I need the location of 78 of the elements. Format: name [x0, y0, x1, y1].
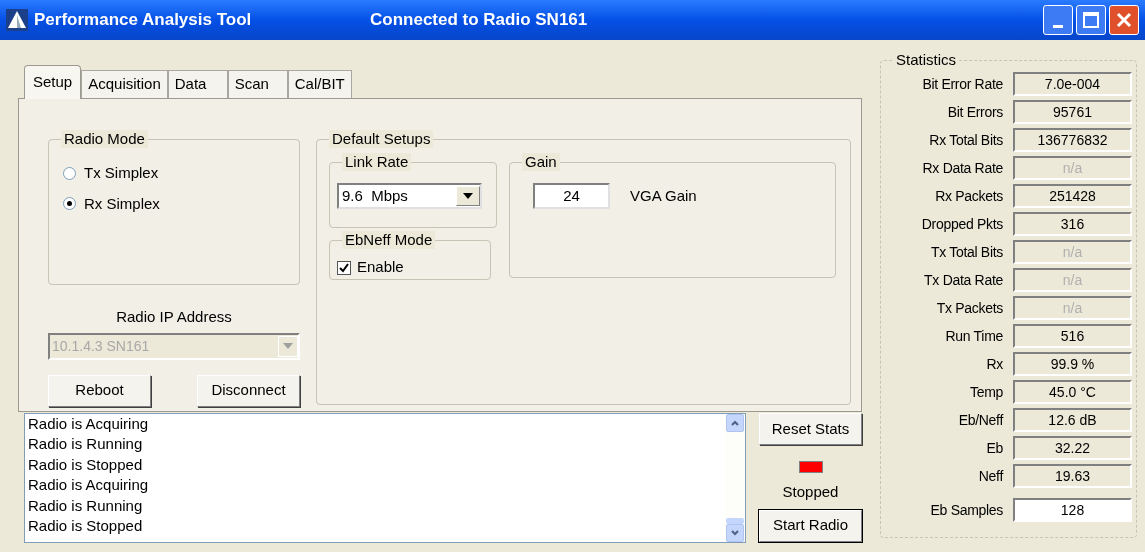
tab[interactable]: Scan: [227, 70, 288, 98]
tab[interactable]: Acquisition: [81, 70, 168, 98]
stat-value: n/a: [1013, 268, 1132, 292]
connection-status: Connected to Radio SN161: [370, 9, 588, 32]
scroll-up-button[interactable]: [726, 414, 744, 432]
radio-label: Rx Simplex: [84, 193, 160, 214]
gain-field[interactable]: 24: [533, 183, 610, 209]
log-entry: Radio is Running: [28, 495, 144, 516]
scroll-down-button[interactable]: [726, 524, 744, 542]
log-entry: Radio is Stopped: [28, 454, 144, 475]
stat-value: 32.22: [1013, 436, 1132, 460]
stat-label: Rx Data Rate: [921, 158, 1003, 178]
stat-label: Rx: [985, 354, 1003, 374]
checkbox[interactable]: [337, 260, 351, 275]
group-title: EbNeff Mode: [342, 231, 436, 249]
stat-value: 136776832: [1013, 128, 1132, 152]
minimize-button[interactable]: [1043, 5, 1073, 35]
chevron-up-icon: [731, 420, 739, 426]
stat-value: 516: [1013, 324, 1132, 348]
stat-label: Run Time: [944, 326, 1003, 346]
disconnect-button[interactable]: Disconnect: [197, 374, 300, 407]
stat-label: Neff: [977, 466, 1003, 486]
stat-value: 95761: [1013, 100, 1132, 124]
group-title: Gain: [522, 153, 560, 171]
radio-status: Stopped: [782, 482, 839, 502]
app-logo-icon: [6, 9, 28, 31]
stat-value: 45.0 °C: [1013, 380, 1132, 404]
stat-label: Rx Total Bits: [928, 130, 1003, 150]
stat-label: Temp: [968, 382, 1003, 402]
stat-label: Eb/Neff: [957, 410, 1003, 430]
stat-label: Dropped Pkts: [920, 214, 1003, 234]
stat-label: Tx Data Rate: [923, 270, 1003, 290]
log-entry: Radio is Acquiring: [28, 414, 150, 434]
stat-value: 251428: [1013, 184, 1132, 208]
close-icon: [1116, 12, 1132, 28]
chevron-down-icon: [731, 530, 739, 536]
radio-button[interactable]: [63, 197, 76, 211]
stat-label: Rx Packets: [934, 186, 1003, 206]
stat-value: 316: [1013, 212, 1132, 236]
caret-icon: [463, 193, 473, 199]
radio-ip-label: Radio IP Address: [115, 307, 233, 327]
stat-label: Bit Error Rate: [921, 74, 1003, 94]
maximize-button[interactable]: [1076, 5, 1106, 35]
tab[interactable]: Data: [167, 70, 228, 98]
reset-stats-button[interactable]: Reset Stats: [759, 413, 862, 445]
stat-label: Tx Total Bits: [929, 242, 1003, 262]
gain-label: VGA Gain: [630, 186, 697, 206]
log-entry: Radio is Stopped: [28, 516, 144, 537]
stat-label: Eb Samples: [929, 500, 1003, 520]
stat-value: n/a: [1013, 156, 1132, 180]
stat-label: Bit Errors: [946, 102, 1003, 122]
close-button[interactable]: [1109, 5, 1139, 35]
stat-value: 12.6 dB: [1013, 408, 1132, 432]
log-entry: Radio is Running: [28, 434, 144, 455]
reboot-button[interactable]: Reboot: [48, 374, 151, 407]
scroll-thumb[interactable]: [726, 518, 744, 524]
checkbox-label: Enable: [357, 257, 404, 278]
link-rate-dropdown[interactable]: 9.6 Mbps: [337, 183, 482, 209]
stat-label: Tx Packets: [935, 298, 1003, 318]
log-entry: Radio is Acquiring: [28, 475, 150, 496]
stat-value: 19.63: [1013, 464, 1132, 488]
group-title: Link Rate: [342, 153, 412, 171]
group-title: Radio Mode: [61, 130, 148, 148]
tab[interactable]: Cal/BIT: [287, 70, 352, 98]
stat-value: n/a: [1013, 296, 1132, 320]
radio-label: Tx Simplex: [84, 163, 159, 183]
window-title: Performance Analysis Tool: [34, 9, 253, 32]
stat-label: Eb: [985, 438, 1003, 458]
group-title: Default Setups: [329, 130, 434, 148]
stat-value[interactable]: 128: [1013, 498, 1132, 522]
caret-icon: [283, 343, 293, 349]
stat-value: 7.0e-004: [1013, 72, 1132, 96]
tab[interactable]: Setup: [24, 65, 82, 99]
scrollbar[interactable]: [725, 414, 745, 542]
stat-value: 99.9 %: [1013, 352, 1132, 376]
start-radio-button[interactable]: Start Radio: [759, 509, 862, 542]
radio-button[interactable]: [63, 166, 76, 180]
stat-value: n/a: [1013, 240, 1132, 264]
